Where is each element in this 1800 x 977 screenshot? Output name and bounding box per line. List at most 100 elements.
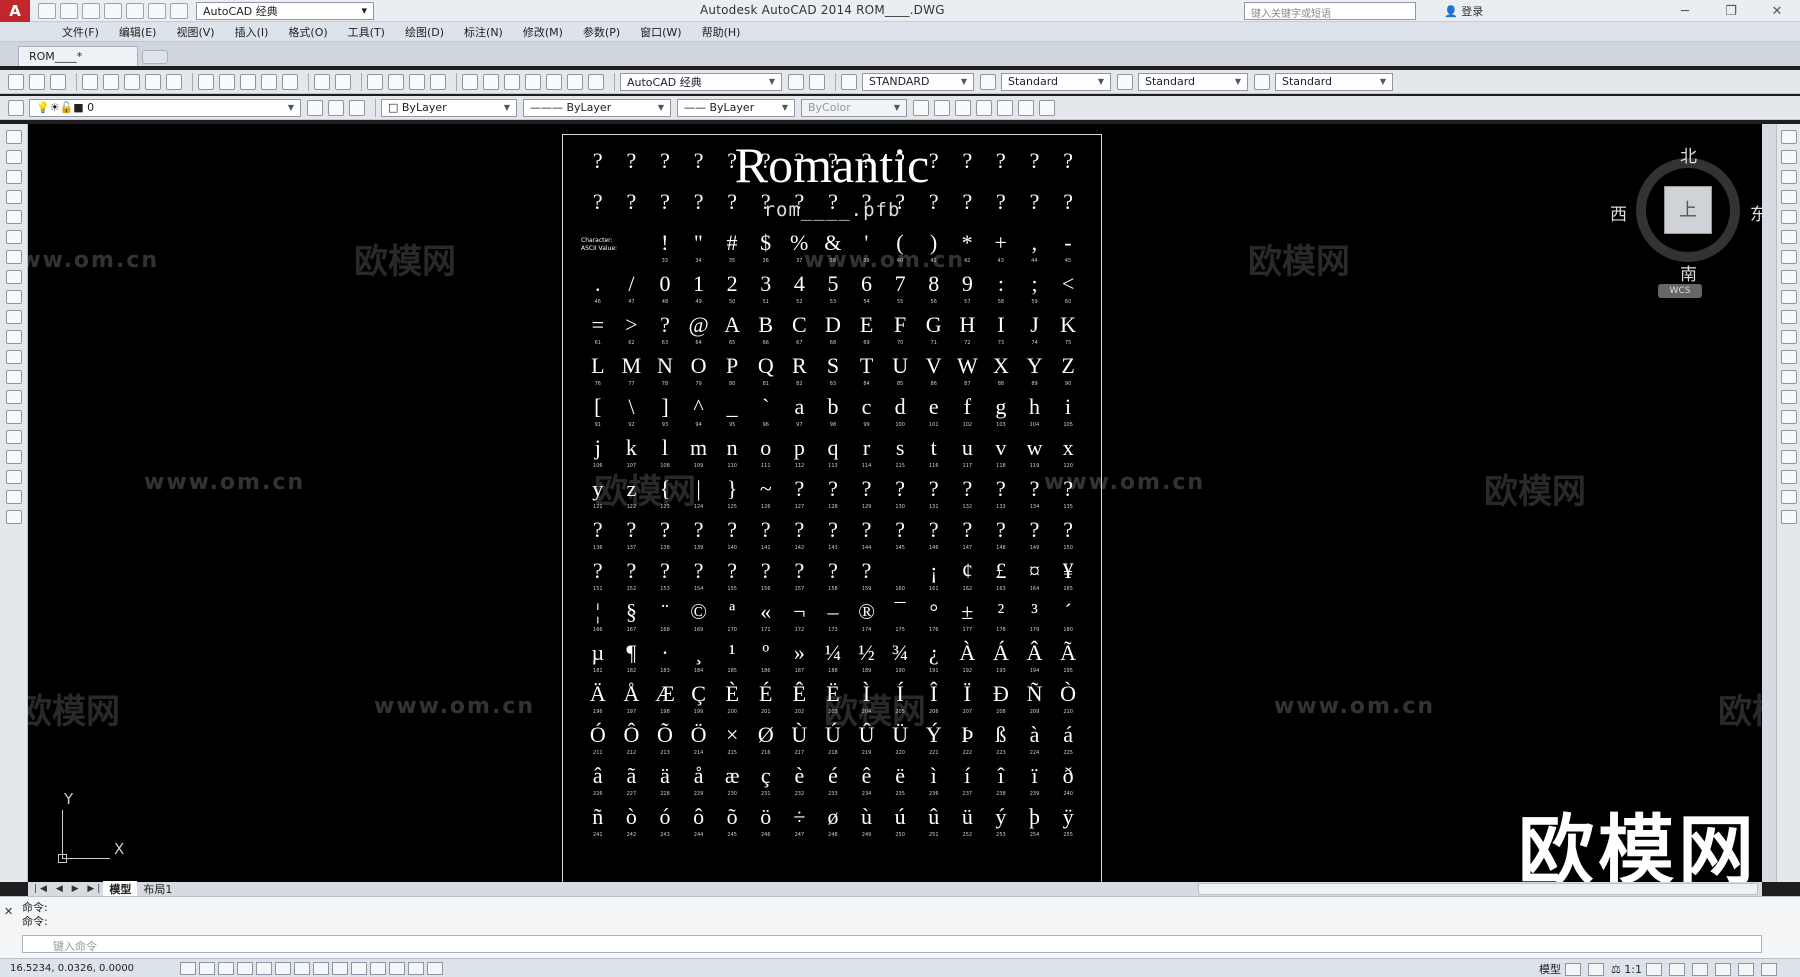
explode-icon[interactable] bbox=[1780, 430, 1797, 444]
dynamic-ucs-icon[interactable] bbox=[332, 961, 348, 975]
ellipse-arc-icon[interactable] bbox=[5, 330, 22, 344]
menu-window[interactable]: 窗口(W) bbox=[630, 24, 691, 40]
menu-dimension[interactable]: 标注(N) bbox=[454, 24, 513, 40]
3d-object-snap-icon[interactable] bbox=[294, 961, 310, 975]
sign-in-button[interactable]: 👤 登录 bbox=[1444, 3, 1483, 19]
help-icon[interactable] bbox=[588, 73, 604, 90]
make-block-icon[interactable] bbox=[5, 370, 22, 384]
zoom-previous-icon[interactable] bbox=[430, 73, 446, 90]
break-icon[interactable] bbox=[1780, 350, 1797, 364]
table-style-dropdown[interactable]: Standard ▼ bbox=[1138, 72, 1248, 91]
workspace-settings-icon[interactable] bbox=[788, 73, 804, 90]
move-icon[interactable] bbox=[1780, 230, 1797, 244]
match-properties-icon[interactable] bbox=[261, 73, 277, 90]
workspace-switching-icon[interactable] bbox=[1669, 962, 1685, 976]
layer-dropdown[interactable]: 💡☀🔓■ 0 ▼ bbox=[29, 98, 301, 117]
clean-screen-icon[interactable] bbox=[1761, 962, 1777, 976]
lineweight-dropdown[interactable]: —— ByLayer ▼ bbox=[677, 98, 795, 117]
file-tab-rom[interactable]: ROM____* bbox=[18, 46, 138, 66]
layout-nav-arrows[interactable]: |◀ ◀ ▶ ▶| bbox=[28, 884, 103, 894]
close-icon[interactable]: ✕ bbox=[1754, 0, 1800, 22]
command-input[interactable]: 键入命令 bbox=[22, 935, 1762, 953]
lineweight-icon[interactable] bbox=[370, 961, 386, 975]
transparency-icon[interactable] bbox=[389, 961, 405, 975]
wcs-menu[interactable]: WCS bbox=[1658, 284, 1702, 298]
cut-icon[interactable] bbox=[198, 73, 214, 90]
tab-layout1[interactable]: 布局1 bbox=[137, 881, 178, 897]
point-icon[interactable] bbox=[5, 390, 22, 404]
object-snap-icon[interactable] bbox=[275, 961, 291, 975]
plot-icon[interactable] bbox=[82, 73, 98, 90]
save-icon[interactable] bbox=[82, 2, 100, 19]
layer-states-icon[interactable] bbox=[349, 99, 365, 116]
construction-line-icon[interactable] bbox=[5, 150, 22, 164]
close-command-icon[interactable]: ✕ bbox=[4, 905, 13, 918]
menu-modify[interactable]: 修改(M) bbox=[513, 24, 573, 40]
undo-icon[interactable] bbox=[148, 2, 166, 19]
minimize-icon[interactable]: ─ bbox=[1662, 0, 1708, 22]
table-style-icon[interactable] bbox=[1117, 73, 1133, 90]
save-icon[interactable] bbox=[50, 73, 66, 90]
line-icon[interactable] bbox=[5, 130, 22, 144]
menu-format[interactable]: 格式(O) bbox=[278, 24, 337, 40]
revision-cloud-icon[interactable] bbox=[5, 270, 22, 284]
design-center-icon[interactable] bbox=[145, 73, 161, 90]
paste-icon[interactable] bbox=[240, 73, 256, 90]
dim-style-icon[interactable] bbox=[980, 73, 996, 90]
quick-properties-icon[interactable] bbox=[408, 961, 424, 975]
open-icon[interactable] bbox=[29, 73, 45, 90]
zoom-realtime-icon[interactable] bbox=[388, 73, 404, 90]
view-top-icon[interactable] bbox=[913, 99, 929, 116]
draw-order-icon[interactable] bbox=[1780, 450, 1797, 464]
viewcube[interactable]: 上 北 南 东 西 bbox=[1610, 142, 1762, 285]
grid-display-icon[interactable] bbox=[218, 961, 234, 975]
application-menu-button[interactable]: A bbox=[0, 0, 30, 22]
text-style-dropdown[interactable]: STANDARD ▼ bbox=[862, 72, 974, 91]
compass-south[interactable]: 南 bbox=[1680, 260, 1697, 285]
menu-view[interactable]: 视图(V) bbox=[166, 24, 224, 40]
ortho-mode-icon[interactable] bbox=[237, 961, 253, 975]
vertical-scrollbar[interactable] bbox=[1762, 124, 1776, 882]
orbit-icon[interactable] bbox=[976, 99, 992, 116]
selection-cycling-icon[interactable] bbox=[427, 961, 443, 975]
model-space-toggle[interactable]: 模型 bbox=[1539, 961, 1561, 977]
my-workspace-icon[interactable] bbox=[809, 73, 825, 90]
ucs-icon[interactable] bbox=[1018, 99, 1034, 116]
help-search-input[interactable]: 键入关键字或短语 bbox=[1244, 2, 1416, 20]
layer-tools-icon[interactable] bbox=[1780, 470, 1797, 484]
layer-previous-icon[interactable] bbox=[328, 99, 344, 116]
plot-icon[interactable] bbox=[126, 2, 144, 19]
workspace-select[interactable]: AutoCAD 经典 ▾ bbox=[196, 1, 374, 20]
mleader-style-dropdown[interactable]: Standard ▼ bbox=[1275, 72, 1393, 91]
color-dropdown[interactable]: □ ByLayer ▼ bbox=[381, 98, 517, 117]
rotate-icon[interactable] bbox=[1780, 250, 1797, 264]
dynamic-input-icon[interactable] bbox=[351, 961, 367, 975]
zoom-window-icon[interactable] bbox=[409, 73, 425, 90]
spline-icon[interactable] bbox=[5, 290, 22, 304]
rectangle-icon[interactable] bbox=[5, 210, 22, 224]
quick-view-layouts-icon[interactable] bbox=[1564, 962, 1581, 976]
linetype-dropdown[interactable]: ——— ByLayer ▼ bbox=[523, 98, 671, 117]
viewcube-top-face[interactable]: 上 bbox=[1664, 186, 1712, 234]
array-icon[interactable] bbox=[1780, 210, 1797, 224]
sheet-set-icon[interactable] bbox=[525, 73, 541, 90]
redo-icon[interactable] bbox=[170, 2, 188, 19]
design-center-palette-icon[interactable] bbox=[483, 73, 499, 90]
save-as-icon[interactable] bbox=[104, 2, 122, 19]
text-style-icon[interactable] bbox=[841, 73, 857, 90]
render-icon[interactable] bbox=[1039, 99, 1055, 116]
erase-icon[interactable] bbox=[1780, 130, 1797, 144]
offset-icon[interactable] bbox=[1780, 190, 1797, 204]
new-tab-button[interactable] bbox=[142, 50, 168, 64]
table-icon[interactable] bbox=[5, 470, 22, 484]
scale-icon[interactable] bbox=[1780, 270, 1797, 284]
tool-palettes-icon[interactable] bbox=[504, 73, 520, 90]
plot-preview-icon[interactable] bbox=[103, 73, 119, 90]
view-3d-icon[interactable] bbox=[934, 99, 950, 116]
restore-icon[interactable]: ❐ bbox=[1708, 0, 1754, 22]
multiline-text-icon[interactable] bbox=[5, 490, 22, 504]
ellipse-icon[interactable] bbox=[5, 310, 22, 324]
extend-icon[interactable] bbox=[1780, 330, 1797, 344]
drawing-canvas[interactable]: 欧模网 欧模网 欧模网 欧模网 欧模网 欧模网 欧模网 www.om.cn ww… bbox=[28, 124, 1762, 882]
font-sample-sheet[interactable]: ?????????????????????????????? Character:… bbox=[562, 134, 1102, 882]
